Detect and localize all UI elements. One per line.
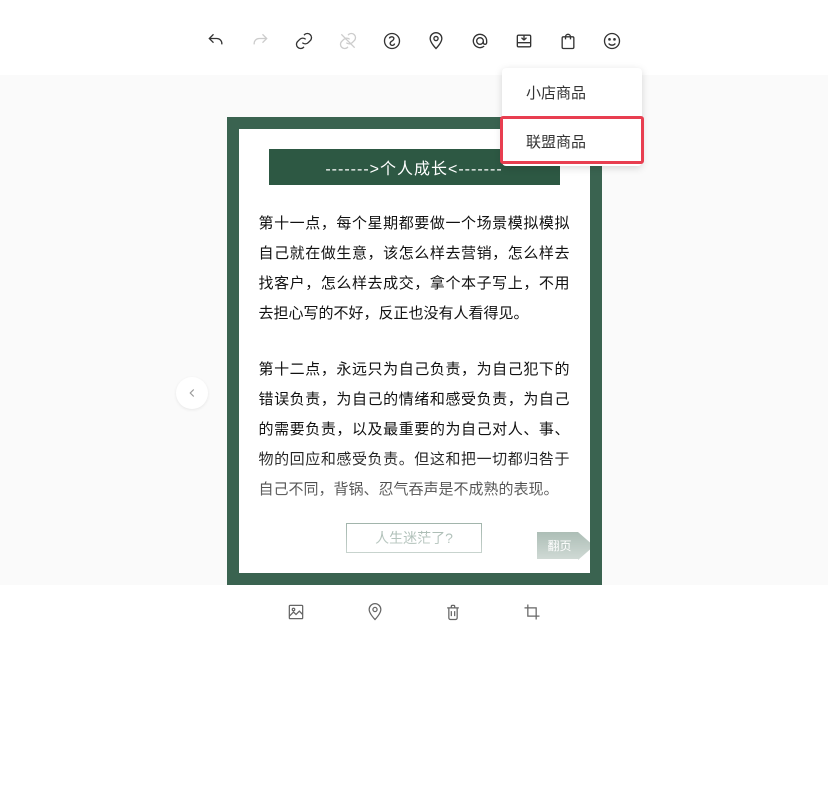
image-icon[interactable] bbox=[285, 601, 307, 623]
title-text: 个人成长 bbox=[380, 161, 448, 178]
top-toolbar bbox=[0, 0, 828, 70]
bottom-toolbar bbox=[227, 585, 602, 633]
undo-icon[interactable] bbox=[205, 30, 227, 52]
dropdown-item-shop-product[interactable]: 小店商品 bbox=[502, 68, 642, 117]
dropdown-item-alliance-product[interactable]: 联盟商品 bbox=[502, 117, 642, 166]
link-icon[interactable] bbox=[293, 30, 315, 52]
flip-label: 翻页 bbox=[547, 537, 571, 554]
confused-button[interactable]: 人生迷茫了? bbox=[346, 523, 482, 553]
inbox-icon[interactable] bbox=[513, 30, 535, 52]
redo-icon bbox=[249, 30, 271, 52]
location-bottom-icon[interactable] bbox=[364, 601, 386, 623]
flip-page-button[interactable]: 翻页 bbox=[537, 532, 577, 559]
paragraph-2: 第十二点，永远只为自己负责，为自己犯下的错误负责，为自己的情绪和感受负责，为自己… bbox=[259, 355, 570, 505]
unlink-icon bbox=[337, 30, 359, 52]
title-suffix: <------- bbox=[448, 161, 503, 178]
card-content: 第十一点，每个星期都要做一个场景模拟模拟自己就在做生意，该怎么样去营销，怎么样去… bbox=[259, 209, 570, 505]
delete-icon[interactable] bbox=[442, 601, 464, 623]
prev-button[interactable] bbox=[176, 377, 208, 409]
content-card: ------->个人成长<------- 第十一点，每个星期都要做一个场景模拟模… bbox=[227, 117, 602, 585]
emoji-icon[interactable] bbox=[601, 30, 623, 52]
location-icon[interactable] bbox=[425, 30, 447, 52]
crop-icon[interactable] bbox=[521, 601, 543, 623]
title-prefix: -------> bbox=[325, 161, 380, 178]
section-divider bbox=[0, 75, 828, 87]
card-inner: ------->个人成长<------- 第十一点，每个星期都要做一个场景模拟模… bbox=[239, 129, 590, 573]
mention-icon[interactable] bbox=[469, 30, 491, 52]
shop-dropdown: 小店商品 联盟商品 bbox=[502, 68, 642, 166]
paragraph-1: 第十一点，每个星期都要做一个场景模拟模拟自己就在做生意，该怎么样去营销，怎么样去… bbox=[259, 209, 570, 329]
preview-area: ------->个人成长<------- 第十一点，每个星期都要做一个场景模拟模… bbox=[0, 87, 828, 585]
shop-icon[interactable] bbox=[557, 30, 579, 52]
miniprogram-icon[interactable] bbox=[381, 30, 403, 52]
